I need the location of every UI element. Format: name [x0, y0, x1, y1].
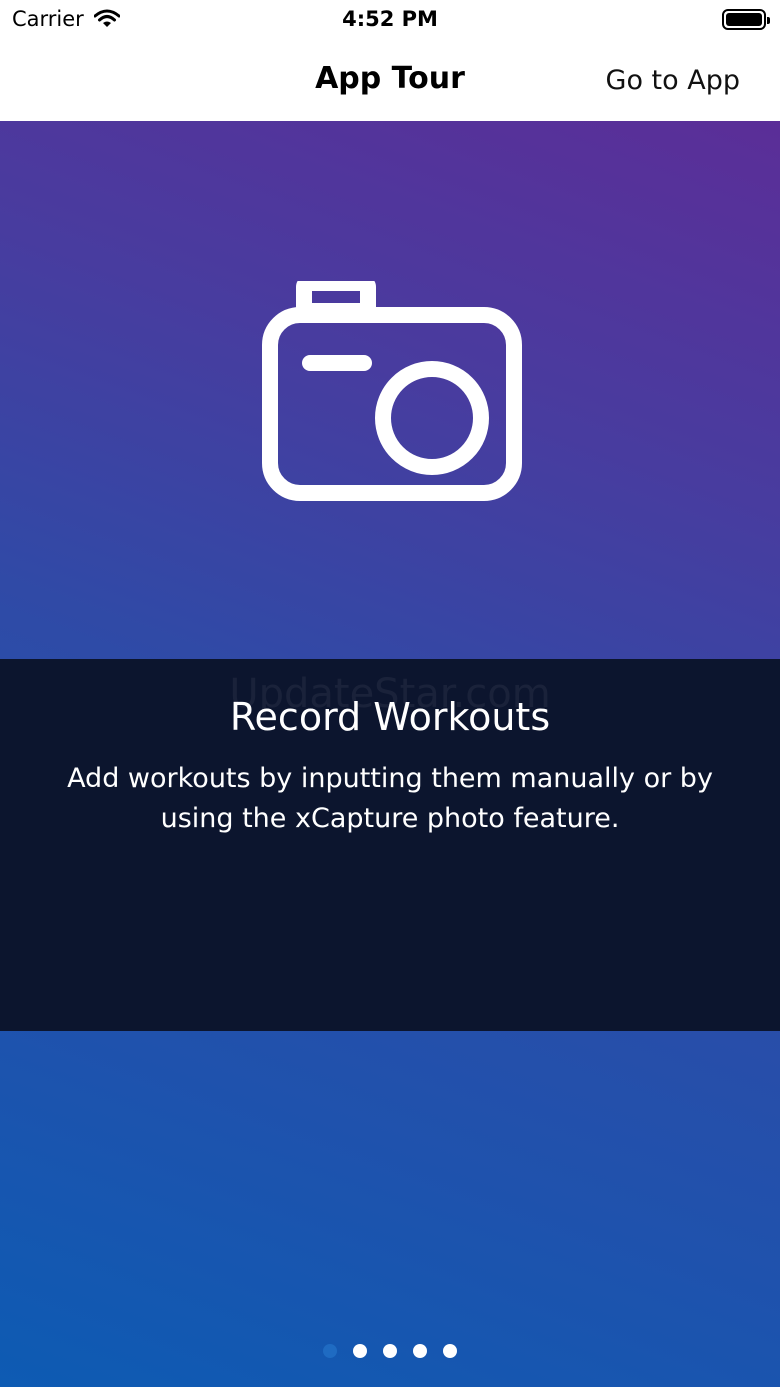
tour-slide[interactable]: UpdateStar.com Record Workouts Add worko… — [0, 121, 780, 1387]
page-dot-5[interactable] — [443, 1344, 457, 1358]
info-panel: UpdateStar.com Record Workouts Add worko… — [0, 659, 780, 1031]
slide-description: Add workouts by inputting them manually … — [67, 763, 713, 834]
battery-icon — [722, 9, 770, 30]
battery-fill — [726, 13, 762, 26]
page-dot-3[interactable] — [383, 1344, 397, 1358]
page-dot-1[interactable] — [323, 1344, 337, 1358]
page-indicator[interactable] — [0, 1344, 780, 1358]
status-time: 4:52 PM — [342, 7, 438, 31]
slide-title: Record Workouts — [229, 695, 551, 739]
battery-tip — [767, 17, 770, 24]
status-bar: Carrier 4:52 PM — [0, 0, 780, 40]
camera-icon — [262, 281, 522, 501]
page-dot-2[interactable] — [353, 1344, 367, 1358]
navigation-bar: App Tour Go to App — [0, 40, 780, 121]
go-to-app-button[interactable]: Go to App — [606, 65, 740, 96]
page-dot-4[interactable] — [413, 1344, 427, 1358]
